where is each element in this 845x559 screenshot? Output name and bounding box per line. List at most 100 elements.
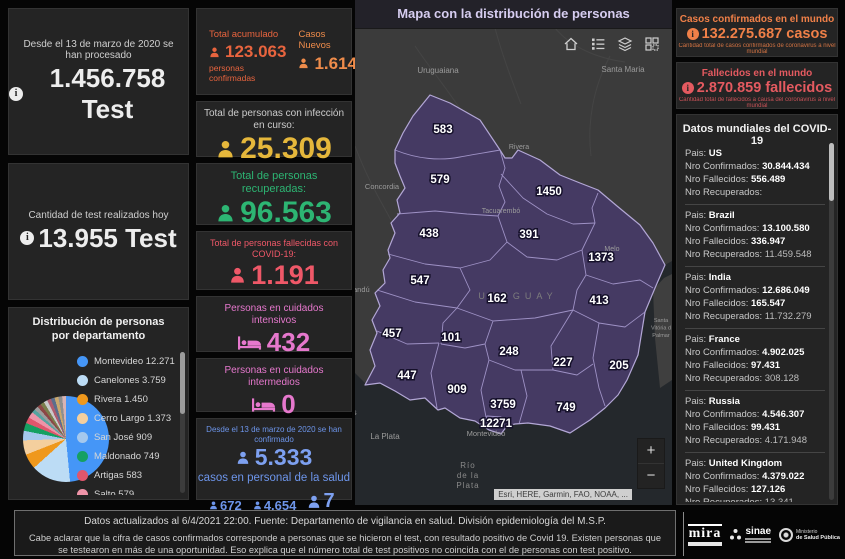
map-place-label: Santa Maria <box>601 65 645 74</box>
legend-item[interactable]: Salto 579 <box>77 485 176 495</box>
bed-icon <box>237 335 261 350</box>
person-icon <box>309 495 320 508</box>
accumulated-block: Total acumulado 123.063 personas confirm… <box>197 9 286 94</box>
sinae-icon <box>730 529 742 540</box>
department-value-label: 205 <box>609 360 629 372</box>
icu-title: Personas en cuidados intensivos <box>224 303 324 326</box>
legend-label: Montevideo 12.271 <box>94 356 175 367</box>
basemap-icon[interactable] <box>644 36 660 52</box>
country-row: Pais: France Nro Confirmados: 4.902.025 Nr… <box>685 329 825 391</box>
new-cases-title: Casos Nuevos <box>298 29 331 52</box>
legend-item[interactable]: Cerro Largo 1.373 <box>77 409 176 428</box>
panel-recovered: Total de personas recuperadas: 96.563 <box>196 163 352 229</box>
info-icon <box>686 28 699 40</box>
map-place-label: Rivera <box>509 144 529 151</box>
health-title: Desde el 13 de marzo de 2020 se han conf… <box>206 425 342 444</box>
world-scrollbar-thumb[interactable] <box>829 143 834 201</box>
department-value-label: 227 <box>553 357 572 369</box>
footer-disclaimer: Cabe aclarar que la cifra de casos confi… <box>28 533 662 555</box>
legend-color-dot <box>77 489 88 495</box>
layers-icon[interactable] <box>617 36 633 52</box>
panel-world-data: Datos mundiales del COVID-19 Pais: US Nro… <box>676 114 838 505</box>
footer-logos: mira sinae Ministerio de Salud Pública <box>688 510 840 559</box>
map-place-label: Palmar <box>652 333 670 339</box>
person-icon <box>299 58 309 69</box>
legend-scrollbar-thumb[interactable] <box>180 352 185 414</box>
mira-logo-text: mira <box>688 525 722 541</box>
legend-item[interactable]: San José 909 <box>77 428 176 447</box>
panel-tests-today: Cantidad de test realizados hoy 13.955 T… <box>8 163 189 300</box>
department-value-label: 583 <box>433 124 452 136</box>
panel-department-distribution: Distribución de personas por departament… <box>8 307 189 500</box>
department-value-label: 1450 <box>536 186 562 198</box>
legend-item[interactable]: Canelones 3.759 <box>77 371 176 390</box>
country-row: Pais: Brazil Nro Confirmados: 13.100.580 N… <box>685 205 825 267</box>
legend-item[interactable]: Artigas 583 <box>77 466 176 485</box>
sinae-logo-text: sinae <box>745 525 772 537</box>
accumulated-value: 123.063 <box>225 42 287 62</box>
panel-accumulated: Total acumulado 123.063 personas confirm… <box>196 8 357 95</box>
accumulated-title: Total acumulado <box>209 29 279 40</box>
map-zoom-control: + − <box>637 438 665 489</box>
department-value-label: 3759 <box>490 399 516 411</box>
person-icon <box>231 267 245 283</box>
footer-updated: Datos actualizados al 6/4/2021 22:00. Fu… <box>84 516 606 527</box>
department-legend: Montevideo 12.271 Canelones 3.759 Rivera 1… <box>77 352 176 495</box>
country-row: Pais: India Nro Confirmados: 12.686.049 Nr… <box>685 267 825 329</box>
accumulated-subtitle: personas confirmadas <box>209 63 256 84</box>
country-row: Pais: Russia Nro Confirmados: 4.546.307 Nr… <box>685 391 825 453</box>
legend-list-icon[interactable] <box>590 36 606 52</box>
uruguay-map[interactable]: Uruguaiana Santa Maria Concordia Rivera Tacu… <box>355 28 672 505</box>
home-icon[interactable] <box>563 36 579 52</box>
department-value-label: 749 <box>556 402 575 414</box>
tests-today-label: Cantidad de test realizados hoy <box>28 209 169 221</box>
legend-label: San José 909 <box>94 432 153 443</box>
panel-world-deaths: Fallecidos en el mundo 2.870.859 falleci… <box>676 62 838 109</box>
zoom-in-button[interactable]: + <box>638 439 664 464</box>
deceased-title: Total de personas fallecidas con COVID-1… <box>209 238 339 259</box>
health-value: 5.333 <box>254 444 313 471</box>
map-place-label: Uruguaiana <box>417 66 459 75</box>
person-icon <box>218 140 233 157</box>
legend-item[interactable]: Montevideo 12.271 <box>77 352 176 371</box>
bed-icon <box>252 397 276 412</box>
legend-color-dot <box>77 470 88 481</box>
legend-item[interactable]: Maldonado 749 <box>77 447 176 466</box>
person-icon <box>210 47 219 57</box>
panel-intermediate: Personas en cuidados intermedios 0 <box>196 358 352 419</box>
department-value-label: 438 <box>419 228 439 240</box>
tests-today-value: 13.955 Test <box>38 222 177 253</box>
country-row: Pais: US Nro Confirmados: 30.844.434 Nro F… <box>685 143 825 205</box>
msp-logo-line2: de Salud Pública <box>795 534 840 541</box>
legend-label: Artigas 583 <box>94 470 143 481</box>
legend-item[interactable]: Rivera 1.450 <box>77 390 176 409</box>
department-value-label: 101 <box>441 332 461 344</box>
legend-color-dot <box>77 356 88 367</box>
world-scrollbar[interactable] <box>829 143 834 500</box>
legend-color-dot <box>77 432 88 443</box>
health-subtitle: casos en personal de la salud <box>197 472 351 485</box>
info-icon <box>20 231 35 245</box>
recovered-title: Total de personas recuperadas: <box>230 170 318 196</box>
new-cases-block: Casos Nuevos 1.614 <box>286 9 357 94</box>
legend-label: Rivera 1.450 <box>94 394 148 405</box>
map-place-label: Paysandú <box>355 285 370 294</box>
panel-health-workers: Desde el 13 de marzo de 2020 se han conf… <box>196 418 352 521</box>
map-place-label: Vitória d <box>651 326 671 332</box>
map-place-label: Río <box>460 461 475 470</box>
person-icon <box>218 204 233 222</box>
distribution-title: Distribución de personas por departament… <box>32 316 165 342</box>
tests-processed-value: 1.456.758 Test <box>49 62 166 124</box>
department-value-label: 909 <box>447 384 466 396</box>
zoom-out-button[interactable]: − <box>638 464 664 488</box>
department-value-label: 12271 <box>480 418 513 430</box>
panel-in-course: Total de personas con infección en curso… <box>196 101 352 165</box>
in-course-title: Total de personas con infección en curso… <box>203 108 345 131</box>
department-value-label: 579 <box>430 174 449 186</box>
tests-today-value-row: 13.955 Test <box>9 223 188 254</box>
map-attribution: Esri, HERE, Garmin, FAO, NOAA, ... <box>494 489 632 500</box>
intermediate-title: Personas en cuidados intermedios <box>224 365 324 388</box>
legend-scrollbar[interactable] <box>180 352 185 493</box>
map-place-label: Santa <box>654 318 669 324</box>
department-value-label: 248 <box>499 346 519 358</box>
